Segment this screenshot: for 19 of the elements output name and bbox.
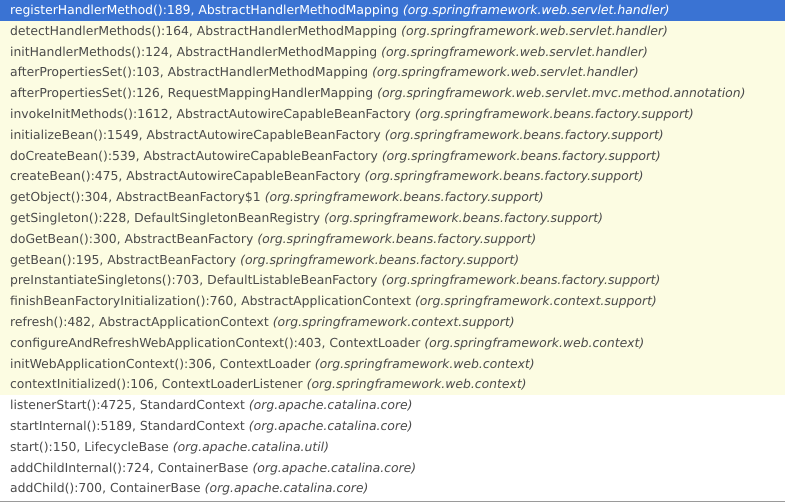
stack-frame-row[interactable]: registerHandlerMethod():189, AbstractHandlerMethodMapping (org.springframework.web.servlet.handler) <box>0 0 785 21</box>
stack-frame-row[interactable]: afterPropertiesSet():126, RequestMappingHandlerMapping (org.springframework.web.servlet.mvc.method.annotation) <box>0 83 785 104</box>
stack-frame-row[interactable]: afterPropertiesSet():103, AbstractHandlerMethodMapping (org.springframework.web.servlet.handler) <box>0 62 785 84</box>
stack-frame-row[interactable]: refresh():482, AbstractApplicationContext (org.springframework.context.support) <box>0 312 785 333</box>
stack-frame-row[interactable]: contextInitialized():106, ContextLoaderListener (org.springframework.web.context) <box>0 374 785 396</box>
stack-frame-row[interactable]: getBean():195, AbstractBeanFactory (org.springframework.beans.factory.support) <box>0 250 785 270</box>
stack-frame-row[interactable]: finishBeanFactoryInitialization():760, AbstractApplicationContext (org.springframework.context.support) <box>0 291 785 312</box>
stack-frame-row[interactable]: getObject():304, AbstractBeanFactory$1 (org.springframework.beans.factory.support) <box>0 187 785 208</box>
stack-frame-row[interactable]: preInstantiateSingletons():703, DefaultListableBeanFactory (org.springframework.beans.factory.support) <box>0 270 785 292</box>
stack-frame-row[interactable]: initHandlerMethods():124, AbstractHandlerMethodMapping (org.springframework.web.servlet.handler) <box>0 42 785 62</box>
stack-frame-row[interactable]: configureAndRefreshWebApplicationContext():403, ContextLoader (org.springframework.web.context) <box>0 332 785 354</box>
stack-frame-row[interactable]: initWebApplicationContext():306, ContextLoader (org.springframework.web.context) <box>0 354 785 374</box>
stack-frame-row[interactable]: detectHandlerMethods():164, AbstractHandlerMethodMapping (org.springframework.web.servlet.handler) <box>0 20 785 42</box>
stack-frame-row[interactable]: createBean():475, AbstractAutowireCapableBeanFactory (org.springframework.beans.factory.support) <box>0 166 785 188</box>
stack-frame-row[interactable]: initializeBean():1549, AbstractAutowireCapableBeanFactory (org.springframework.beans.factory.support) <box>0 124 785 146</box>
stack-frame-row[interactable]: getSingleton():228, DefaultSingletonBeanRegistry (org.springframework.beans.factory.support) <box>0 208 785 229</box>
stack-frame-row[interactable]: doGetBean():300, AbstractBeanFactory (org.springframework.beans.factory.support) <box>0 228 785 250</box>
stack-frame-row[interactable]: invokeInitMethods():1612, AbstractAutowireCapableBeanFactory (org.springframework.beans.factory.support) <box>0 104 785 125</box>
stack-frame-row[interactable]: doCreateBean():539, AbstractAutowireCapableBeanFactory (org.springframework.beans.factory.support) <box>0 146 785 166</box>
